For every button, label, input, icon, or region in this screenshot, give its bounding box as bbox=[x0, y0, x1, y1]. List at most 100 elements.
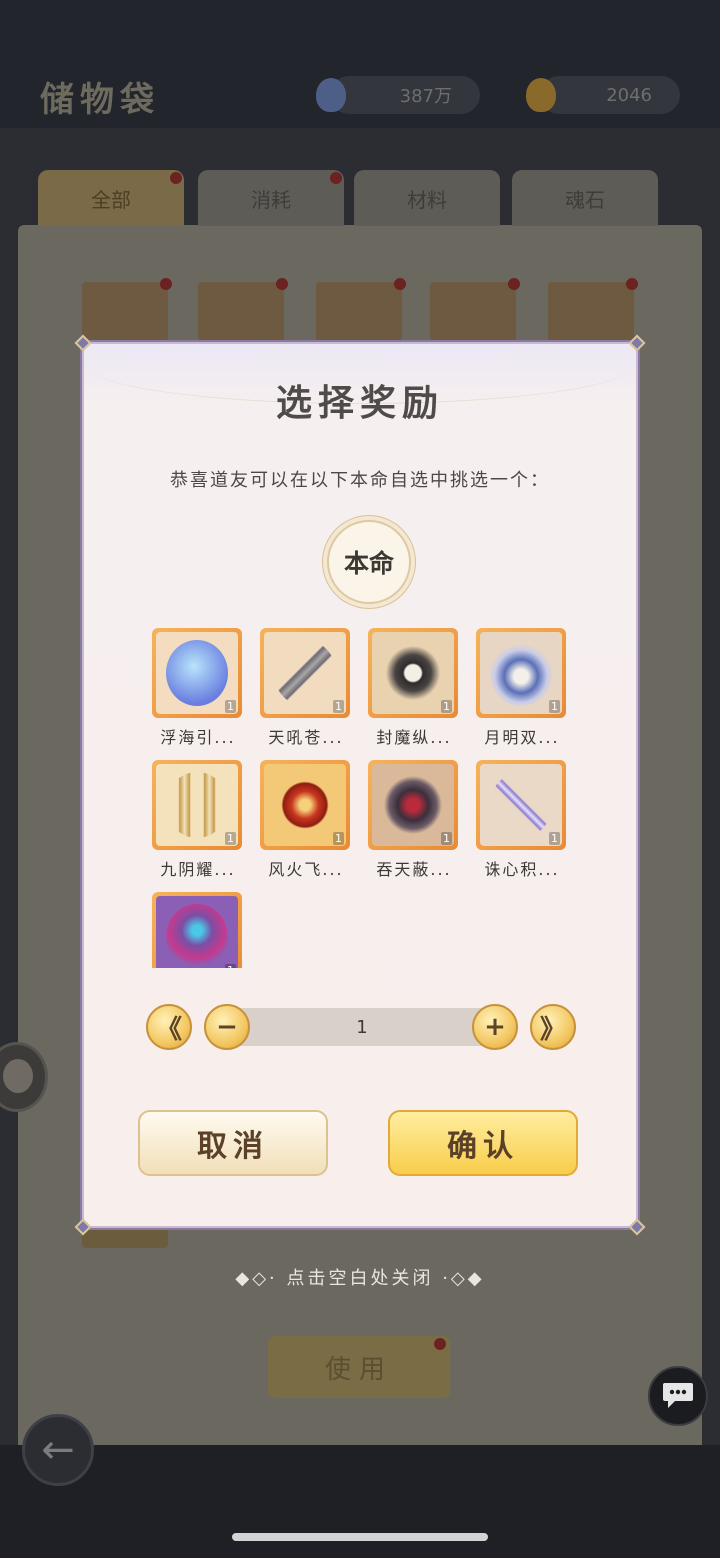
reward-name: 吞天蔽... bbox=[376, 860, 452, 879]
tap-to-close-hint[interactable]: ◆◇· 点击空白处关闭 ·◇◆ bbox=[0, 1264, 720, 1290]
cancel-button[interactable]: 取消 bbox=[138, 1110, 328, 1176]
treasure-icon bbox=[166, 640, 228, 706]
reward-icon-frame: 1 bbox=[260, 760, 350, 850]
increment-button[interactable]: + bbox=[472, 1004, 518, 1050]
item-count: 1 bbox=[225, 832, 236, 845]
fire-orb-icon bbox=[274, 772, 336, 838]
cancel-label: 取消 bbox=[197, 1129, 269, 1164]
reward-item[interactable]: 1 封魔纵... bbox=[368, 628, 460, 748]
inventory-item[interactable] bbox=[82, 278, 172, 342]
reward-item[interactable]: 1 九阴耀... bbox=[152, 760, 244, 880]
reward-name: 风火飞... bbox=[268, 860, 344, 879]
item-count: 1 bbox=[333, 700, 344, 713]
plus-icon: + bbox=[484, 1012, 506, 1042]
item-count: 1 bbox=[441, 832, 452, 845]
red-dot bbox=[160, 278, 172, 290]
use-label: 使用 bbox=[324, 1354, 393, 1385]
red-dot bbox=[508, 278, 520, 290]
double-chevron-right-icon: 》 bbox=[539, 1014, 566, 1045]
red-dot bbox=[434, 1338, 446, 1350]
item-count: 1 bbox=[333, 832, 344, 845]
reward-name: 九阴耀... bbox=[160, 860, 236, 879]
reward-icon-frame: 1 bbox=[152, 628, 242, 718]
confirm-button[interactable]: 确认 bbox=[388, 1110, 578, 1176]
reward-art-bg: 1 bbox=[156, 896, 238, 968]
chat-bubble-icon bbox=[663, 1383, 693, 1408]
reward-icon-frame: 1 bbox=[368, 760, 458, 850]
reward-icon-frame: 1 bbox=[260, 628, 350, 718]
inventory-title: 储物袋 bbox=[40, 80, 160, 120]
tab-label: 全部 bbox=[91, 187, 131, 212]
twin-blade-icon bbox=[490, 640, 552, 706]
red-dot bbox=[170, 172, 182, 184]
inventory-item[interactable] bbox=[198, 278, 288, 342]
reward-art-bg: 1 bbox=[480, 764, 562, 846]
max-quantity-button[interactable]: 》 bbox=[530, 1004, 576, 1050]
reward-name: 月明双... bbox=[484, 728, 560, 747]
lightning-icon bbox=[526, 78, 556, 112]
inventory-item[interactable] bbox=[430, 278, 520, 342]
reward-item[interactable]: 1 吞天蔽... bbox=[368, 760, 460, 880]
quantity-value[interactable]: 1 bbox=[226, 1008, 498, 1046]
spear-icon bbox=[490, 772, 552, 838]
reward-select-dialog: 选择奖励 恭喜道友可以在以下本命自选中挑选一个： 本命 1 浮海引... 1 天… bbox=[74, 334, 646, 1236]
chat-button[interactable] bbox=[648, 1366, 708, 1426]
tab-consumable[interactable]: 消耗 bbox=[198, 170, 344, 226]
reward-art-bg: 1 bbox=[372, 632, 454, 714]
tab-all[interactable]: 全部 bbox=[38, 170, 184, 226]
red-dot bbox=[330, 172, 342, 184]
item-tag bbox=[82, 1228, 168, 1248]
sword-icon bbox=[274, 640, 336, 706]
reward-name: 诛心积... bbox=[484, 860, 560, 879]
tab-soulstone[interactable]: 魂石 bbox=[512, 170, 658, 226]
pillar-icon bbox=[166, 772, 228, 838]
red-dot bbox=[276, 278, 288, 290]
inventory-item[interactable] bbox=[548, 278, 638, 342]
reward-item[interactable]: 1 bbox=[152, 892, 244, 968]
tab-label: 材料 bbox=[407, 187, 447, 212]
reward-icon-frame: 1 bbox=[368, 628, 458, 718]
reward-icon-frame: 1 bbox=[476, 628, 566, 718]
back-arrow-icon: ← bbox=[41, 1427, 75, 1473]
tab-label: 消耗 bbox=[251, 187, 291, 212]
reward-art-bg: 1 bbox=[264, 632, 346, 714]
reward-art-bg: 1 bbox=[156, 764, 238, 846]
resource-value: 387万 bbox=[399, 86, 452, 107]
back-button[interactable]: ← bbox=[22, 1414, 94, 1486]
item-count: 1 bbox=[225, 700, 236, 713]
quantity-selector: 《 − 1 + 》 bbox=[146, 1004, 578, 1050]
spirit-stone-icon bbox=[316, 78, 346, 112]
dialog-title: 选择奖励 bbox=[275, 382, 444, 424]
reward-icon-frame: 1 bbox=[152, 892, 242, 968]
inventory-item[interactable] bbox=[316, 278, 406, 342]
item-count: 1 bbox=[549, 700, 560, 713]
item-count: 1 bbox=[549, 832, 560, 845]
reward-item[interactable]: 1 诛心积... bbox=[476, 760, 568, 880]
item-count: 1 bbox=[441, 700, 452, 713]
tab-material[interactable]: 材料 bbox=[354, 170, 500, 226]
red-dot bbox=[394, 278, 406, 290]
red-dot bbox=[626, 278, 638, 290]
reward-art-bg: 1 bbox=[480, 632, 562, 714]
reward-name: 浮海引... bbox=[160, 728, 236, 747]
reward-item[interactable]: 1 浮海引... bbox=[152, 628, 244, 748]
resource-value: 2046 bbox=[606, 84, 652, 106]
double-chevron-left-icon: 《 bbox=[155, 1014, 182, 1045]
min-quantity-button[interactable]: 《 bbox=[146, 1004, 192, 1050]
dark-flower-icon bbox=[382, 772, 444, 838]
tab-label: 魂石 bbox=[565, 187, 605, 212]
reward-icon-frame: 1 bbox=[152, 760, 242, 850]
home-indicator[interactable] bbox=[232, 1533, 488, 1541]
blade-icon bbox=[382, 640, 444, 706]
purple-beast-icon bbox=[166, 904, 228, 968]
reward-icon-frame: 1 bbox=[476, 760, 566, 850]
item-count: 1 bbox=[225, 964, 236, 968]
reward-item[interactable]: 1 月明双... bbox=[476, 628, 568, 748]
use-button[interactable]: 使用 bbox=[268, 1336, 450, 1398]
reward-grid: 1 浮海引... 1 天吼苍... 1 封魔纵... 1 月明双... 1 九阴… bbox=[152, 628, 572, 968]
category-label: 本命 bbox=[343, 549, 394, 578]
reward-name: 封魔纵... bbox=[376, 728, 452, 747]
reward-art-bg: 1 bbox=[264, 764, 346, 846]
reward-item[interactable]: 1 天吼苍... bbox=[260, 628, 352, 748]
reward-item[interactable]: 1 风火飞... bbox=[260, 760, 352, 880]
